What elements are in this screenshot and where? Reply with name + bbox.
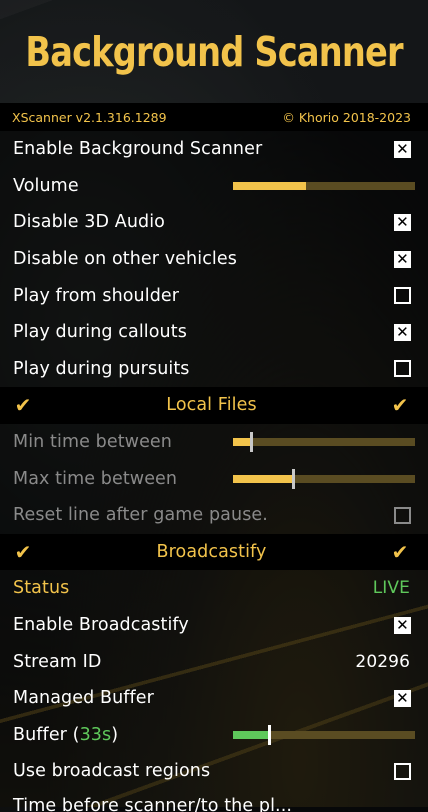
checkbox-checked-icon[interactable]: ✕ — [394, 250, 411, 268]
menu-item-label: Max time between — [13, 468, 178, 489]
checkmark-icon: ✔ — [14, 539, 32, 564]
menu-item-volume[interactable]: Volume — [0, 167, 428, 205]
menu-item-max-time-between[interactable]: Max time between — [0, 460, 428, 497]
checkbox-checked-icon[interactable]: ✕ — [394, 140, 411, 158]
menu-item-label: Status — [13, 578, 70, 599]
menu-item-stream-id[interactable]: Stream ID 20296 — [0, 643, 428, 680]
checkbox-checked-icon[interactable]: ✕ — [394, 689, 411, 707]
slider-fill — [233, 730, 270, 739]
checkbox-empty-icon[interactable] — [394, 762, 411, 780]
menu-item-enable-broadcastify[interactable]: Enable Broadcastify ✕ — [0, 606, 428, 644]
menu-item-label: Disable 3D Audio — [13, 212, 165, 233]
buffer-close: ) — [111, 724, 119, 745]
checkbox-empty-icon[interactable] — [394, 506, 411, 524]
checkbox-checked-icon[interactable]: ✕ — [394, 616, 411, 634]
min-time-slider[interactable] — [233, 432, 415, 453]
menu-item-partial[interactable]: Time before scanner/to the pl... — [0, 789, 428, 812]
menu-item-label: Min time between — [13, 432, 172, 453]
menu-item-label: Enable Background Scanner — [13, 139, 263, 160]
menu-item-label: Managed Buffer — [13, 688, 154, 709]
banner-title: Background Scanner — [25, 27, 403, 76]
menu-banner: Background Scanner — [0, 0, 428, 103]
section-header-broadcastify[interactable]: ✔ Broadcastify ✔ — [0, 533, 428, 571]
menu-subheader: XScanner v2.1.316.1289 © Khorio 2018-202… — [0, 103, 428, 131]
buffer-slider[interactable] — [233, 724, 415, 745]
slider-knob[interactable] — [250, 432, 254, 453]
copyright-text: © Khorio 2018-2023 — [282, 109, 411, 125]
menu-item-label: Volume — [13, 175, 79, 196]
checkbox-checked-icon[interactable]: ✕ — [394, 213, 411, 231]
menu-item-min-time-between[interactable]: Min time between — [0, 423, 428, 461]
checkmark-icon: ✔ — [391, 393, 409, 418]
menu-item-play-during-callouts[interactable]: Play during callouts ✕ — [0, 313, 428, 351]
checkbox-checked-icon[interactable]: ✕ — [394, 323, 411, 341]
section-label: Broadcastify — [156, 541, 267, 562]
buffer-label: Buffer ( — [13, 724, 80, 745]
menu-item-label: Stream ID — [13, 651, 102, 672]
menu-item-buffer[interactable]: Buffer (33s) — [0, 716, 428, 754]
menu-item-label: Buffer (33s) — [13, 725, 118, 745]
menu-item-reset-line[interactable]: Reset line after game pause. — [0, 496, 428, 534]
checkbox-empty-icon[interactable] — [394, 287, 411, 305]
volume-slider[interactable] — [233, 181, 415, 190]
menu-item-status[interactable]: Status LIVE — [0, 570, 428, 607]
buffer-value: 33s — [79, 724, 112, 745]
menu-item-play-during-pursuits[interactable]: Play during pursuits — [0, 350, 428, 388]
slider-fill — [233, 181, 306, 190]
menu-item-label: Play during callouts — [13, 322, 187, 343]
status-value: LIVE — [372, 578, 410, 599]
menu-item-label: Time before scanner/to the pl... — [13, 795, 293, 812]
menu-item-play-from-shoulder[interactable]: Play from shoulder — [0, 277, 428, 314]
stream-id-value: 20296 — [355, 651, 410, 672]
menu-item-enable-background-scanner[interactable]: Enable Background Scanner ✕ — [0, 131, 428, 168]
slider-fill — [233, 438, 252, 447]
slider-fill — [233, 474, 294, 483]
menu-item-disable-other-vehicles[interactable]: Disable on other vehicles ✕ — [0, 240, 428, 278]
menu-item-label: Enable Broadcastify — [13, 615, 189, 636]
section-header-local-files[interactable]: ✔ Local Files ✔ — [0, 387, 428, 424]
menu-list: Enable Background Scanner ✕ Volume Disab… — [0, 131, 428, 812]
checkbox-empty-icon[interactable] — [394, 360, 411, 378]
menu-item-label: Play from shoulder — [13, 285, 180, 306]
menu-item-disable-3d-audio[interactable]: Disable 3D Audio ✕ — [0, 204, 428, 241]
menu-item-label: Reset line after game pause. — [13, 505, 268, 526]
menu-item-use-broadcast-regions[interactable]: Use broadcast regions — [0, 753, 428, 790]
menu-item-managed-buffer[interactable]: Managed Buffer ✕ — [0, 679, 428, 717]
menu-item-label: Play during pursuits — [13, 358, 190, 379]
version-text: XScanner v2.1.316.1289 — [12, 109, 167, 125]
menu-item-label: Disable on other vehicles — [13, 249, 237, 270]
slider-knob[interactable] — [268, 724, 272, 745]
checkmark-icon: ✔ — [14, 393, 32, 418]
max-time-slider[interactable] — [233, 468, 415, 489]
checkmark-icon: ✔ — [391, 539, 409, 564]
slider-knob[interactable] — [292, 468, 296, 489]
section-label: Local Files — [166, 395, 257, 416]
menu-item-label: Use broadcast regions — [13, 761, 211, 782]
